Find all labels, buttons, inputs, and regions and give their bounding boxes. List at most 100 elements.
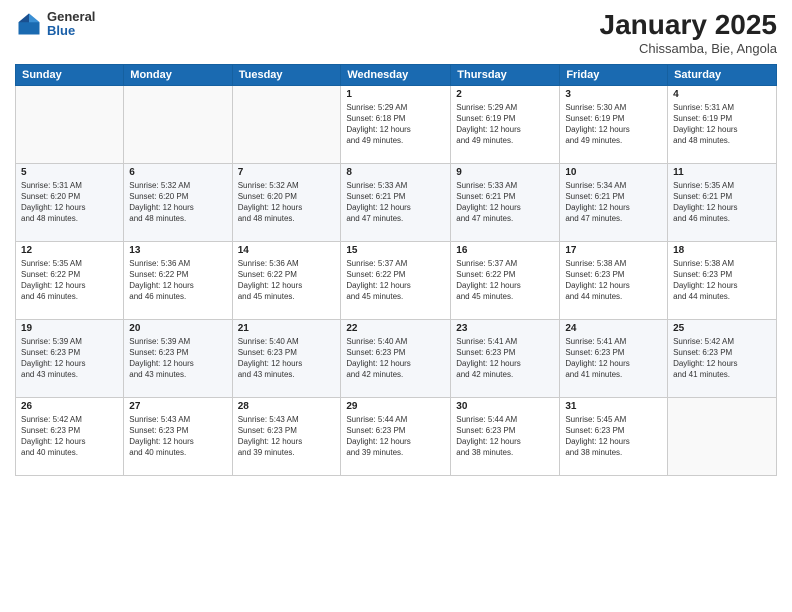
- calendar-week-row: 19 Sunrise: 5:39 AM Sunset: 6:23 PM Dayli…: [16, 319, 777, 397]
- day-number: 19: [21, 323, 118, 334]
- day-info: Sunrise: 5:44 AM Sunset: 6:23 PM Dayligh…: [346, 414, 445, 459]
- calendar-cell: 12Sunrise: 5:35 AM Sunset: 6:22 PM Dayli…: [16, 241, 124, 319]
- calendar-cell: 3 Sunrise: 5:30 AM Sunset: 6:19 PM Daylig…: [560, 85, 668, 163]
- day-info: Sunrise: 5:42 AM Sunset: 6:23 PM Dayligh…: [673, 336, 771, 381]
- calendar-cell: 28Sunrise: 5:43 AM Sunset: 6:23 PM Dayli…: [232, 397, 341, 475]
- day-number: 24: [565, 323, 662, 334]
- location-subtitle: Chissamba, Bie, Angola: [600, 41, 777, 56]
- day-number: 4: [673, 89, 771, 100]
- day-number: 21: [238, 323, 336, 334]
- day-number: 30: [456, 401, 554, 412]
- day-info: Sunrise: 5:37 AM Sunset: 6:22 PM Dayligh…: [346, 258, 445, 303]
- weekday-header-wednesday: Wednesday: [341, 64, 451, 85]
- day-info: Sunrise: 5:42 AM Sunset: 6:23 PM Dayligh…: [21, 414, 118, 459]
- day-number: 10: [565, 167, 662, 178]
- calendar-cell: 25Sunrise: 5:42 AM Sunset: 6:23 PM Dayli…: [668, 319, 777, 397]
- day-info: Sunrise: 5:33 AM Sunset: 6:21 PM Dayligh…: [456, 180, 554, 225]
- calendar-cell: 17Sunrise: 5:38 AM Sunset: 6:23 PM Dayli…: [560, 241, 668, 319]
- calendar-cell: 10 Sunrise: 5:34 AM Sunset: 6:21 PM Dayli…: [560, 163, 668, 241]
- calendar-cell: 9 Sunrise: 5:33 AM Sunset: 6:21 PM Daylig…: [451, 163, 560, 241]
- day-number: 15: [346, 245, 445, 256]
- calendar-cell: 26Sunrise: 5:42 AM Sunset: 6:23 PM Dayli…: [16, 397, 124, 475]
- day-number: 31: [565, 401, 662, 412]
- logo-icon: [15, 10, 43, 38]
- calendar-table: SundayMondayTuesdayWednesdayThursdayFrid…: [15, 64, 777, 476]
- weekday-header-monday: Monday: [124, 64, 232, 85]
- day-info: Sunrise: 5:36 AM Sunset: 6:22 PM Dayligh…: [238, 258, 336, 303]
- calendar-cell: 23 Sunrise: 5:41 AM Sunset: 6:23 PM Dayli…: [451, 319, 560, 397]
- day-info: Sunrise: 5:29 AM Sunset: 6:19 PM Dayligh…: [456, 102, 554, 147]
- calendar-cell: 2Sunrise: 5:29 AM Sunset: 6:19 PM Daylig…: [451, 85, 560, 163]
- day-number: 16: [456, 245, 554, 256]
- title-block: January 2025 Chissamba, Bie, Angola: [600, 10, 777, 56]
- day-info: Sunrise: 5:35 AM Sunset: 6:21 PM Dayligh…: [673, 180, 771, 225]
- calendar-cell: [668, 397, 777, 475]
- day-number: 14: [238, 245, 336, 256]
- calendar-week-row: 1Sunrise: 5:29 AM Sunset: 6:18 PM Daylig…: [16, 85, 777, 163]
- day-number: 7: [238, 167, 336, 178]
- day-number: 28: [238, 401, 336, 412]
- calendar-week-row: 12Sunrise: 5:35 AM Sunset: 6:22 PM Dayli…: [16, 241, 777, 319]
- day-info: Sunrise: 5:36 AM Sunset: 6:22 PM Dayligh…: [129, 258, 226, 303]
- day-number: 11: [673, 167, 771, 178]
- day-number: 27: [129, 401, 226, 412]
- day-info: Sunrise: 5:41 AM Sunset: 6:23 PM Dayligh…: [565, 336, 662, 381]
- calendar-cell: [232, 85, 341, 163]
- calendar-cell: 13 Sunrise: 5:36 AM Sunset: 6:22 PM Dayli…: [124, 241, 232, 319]
- calendar-cell: 22Sunrise: 5:40 AM Sunset: 6:23 PM Dayli…: [341, 319, 451, 397]
- weekday-header-tuesday: Tuesday: [232, 64, 341, 85]
- day-info: Sunrise: 5:38 AM Sunset: 6:23 PM Dayligh…: [673, 258, 771, 303]
- calendar-cell: [16, 85, 124, 163]
- day-number: 12: [21, 245, 118, 256]
- logo-general: General: [47, 10, 95, 24]
- calendar-cell: 29 Sunrise: 5:44 AM Sunset: 6:23 PM Dayli…: [341, 397, 451, 475]
- calendar-cell: 20 Sunrise: 5:39 AM Sunset: 6:23 PM Dayli…: [124, 319, 232, 397]
- day-info: Sunrise: 5:29 AM Sunset: 6:18 PM Dayligh…: [346, 102, 445, 147]
- calendar-cell: 14 Sunrise: 5:36 AM Sunset: 6:22 PM Dayli…: [232, 241, 341, 319]
- calendar-cell: 6 Sunrise: 5:32 AM Sunset: 6:20 PM Daylig…: [124, 163, 232, 241]
- day-info: Sunrise: 5:34 AM Sunset: 6:21 PM Dayligh…: [565, 180, 662, 225]
- day-info: Sunrise: 5:39 AM Sunset: 6:23 PM Dayligh…: [21, 336, 118, 381]
- day-number: 23: [456, 323, 554, 334]
- calendar-week-row: 5Sunrise: 5:31 AM Sunset: 6:20 PM Daylig…: [16, 163, 777, 241]
- calendar-cell: 16 Sunrise: 5:37 AM Sunset: 6:22 PM Dayli…: [451, 241, 560, 319]
- day-info: Sunrise: 5:37 AM Sunset: 6:22 PM Dayligh…: [456, 258, 554, 303]
- weekday-header-sunday: Sunday: [16, 64, 124, 85]
- day-number: 5: [21, 167, 118, 178]
- day-info: Sunrise: 5:32 AM Sunset: 6:20 PM Dayligh…: [238, 180, 336, 225]
- weekday-header-friday: Friday: [560, 64, 668, 85]
- day-number: 17: [565, 245, 662, 256]
- calendar-cell: 4 Sunrise: 5:31 AM Sunset: 6:19 PM Daylig…: [668, 85, 777, 163]
- page: General Blue January 2025 Chissamba, Bie…: [0, 0, 792, 612]
- calendar-cell: 15 Sunrise: 5:37 AM Sunset: 6:22 PM Dayli…: [341, 241, 451, 319]
- day-number: 9: [456, 167, 554, 178]
- month-title: January 2025: [600, 10, 777, 41]
- calendar-cell: 31 Sunrise: 5:45 AM Sunset: 6:23 PM Dayli…: [560, 397, 668, 475]
- calendar-cell: 24 Sunrise: 5:41 AM Sunset: 6:23 PM Dayli…: [560, 319, 668, 397]
- day-number: 29: [346, 401, 445, 412]
- calendar-cell: 8Sunrise: 5:33 AM Sunset: 6:21 PM Daylig…: [341, 163, 451, 241]
- calendar-cell: 5Sunrise: 5:31 AM Sunset: 6:20 PM Daylig…: [16, 163, 124, 241]
- calendar-cell: 21Sunrise: 5:40 AM Sunset: 6:23 PM Dayli…: [232, 319, 341, 397]
- day-info: Sunrise: 5:41 AM Sunset: 6:23 PM Dayligh…: [456, 336, 554, 381]
- day-number: 3: [565, 89, 662, 100]
- day-info: Sunrise: 5:43 AM Sunset: 6:23 PM Dayligh…: [129, 414, 226, 459]
- logo-text: General Blue: [47, 10, 95, 39]
- day-info: Sunrise: 5:45 AM Sunset: 6:23 PM Dayligh…: [565, 414, 662, 459]
- day-number: 6: [129, 167, 226, 178]
- weekday-header-row: SundayMondayTuesdayWednesdayThursdayFrid…: [16, 64, 777, 85]
- day-info: Sunrise: 5:31 AM Sunset: 6:19 PM Dayligh…: [673, 102, 771, 147]
- day-number: 8: [346, 167, 445, 178]
- calendar-cell: 18 Sunrise: 5:38 AM Sunset: 6:23 PM Dayli…: [668, 241, 777, 319]
- calendar-cell: 30Sunrise: 5:44 AM Sunset: 6:23 PM Dayli…: [451, 397, 560, 475]
- weekday-header-thursday: Thursday: [451, 64, 560, 85]
- day-info: Sunrise: 5:30 AM Sunset: 6:19 PM Dayligh…: [565, 102, 662, 147]
- day-number: 18: [673, 245, 771, 256]
- day-number: 20: [129, 323, 226, 334]
- day-number: 13: [129, 245, 226, 256]
- day-info: Sunrise: 5:32 AM Sunset: 6:20 PM Dayligh…: [129, 180, 226, 225]
- calendar-cell: 1Sunrise: 5:29 AM Sunset: 6:18 PM Daylig…: [341, 85, 451, 163]
- day-number: 22: [346, 323, 445, 334]
- day-info: Sunrise: 5:39 AM Sunset: 6:23 PM Dayligh…: [129, 336, 226, 381]
- calendar-cell: 11 Sunrise: 5:35 AM Sunset: 6:21 PM Dayli…: [668, 163, 777, 241]
